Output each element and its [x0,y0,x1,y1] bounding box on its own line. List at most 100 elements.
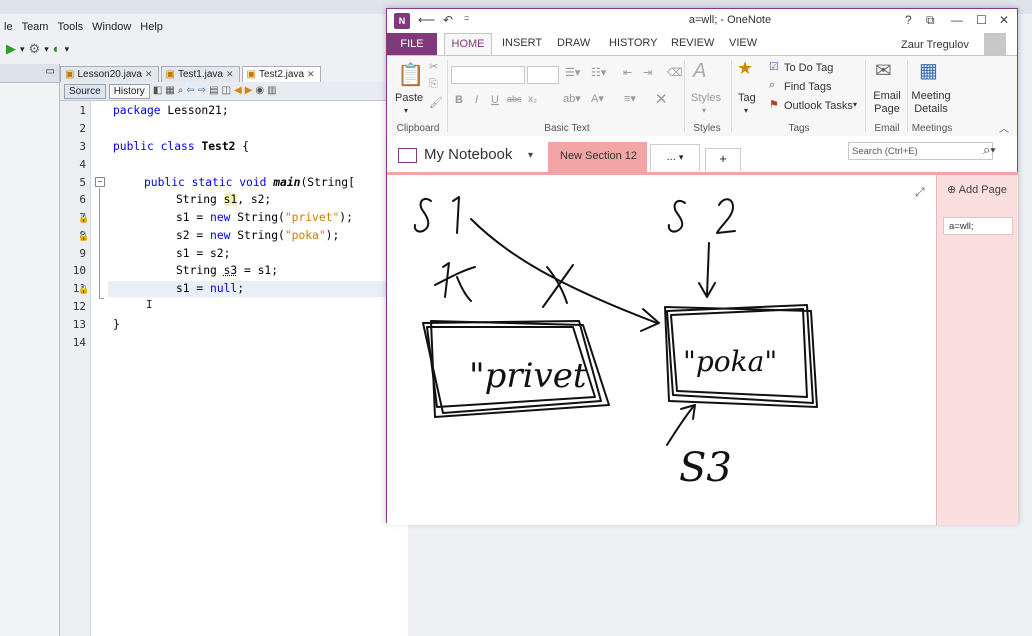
menu-item-help[interactable]: Help [136,18,168,38]
checkbox-icon[interactable]: ☑ [769,60,779,73]
help-icon[interactable]: ? [905,13,912,27]
section-tab-active[interactable]: New Section 12 [548,142,647,172]
close-icon[interactable]: ✕ [307,67,315,82]
align-icon[interactable]: ≡▾ [624,92,636,105]
find-tags-icon[interactable]: ⌕ [769,79,775,92]
user-name[interactable]: Zaur Tregulov [901,39,969,51]
tab-insert[interactable]: INSERT [502,37,542,49]
maximize-icon[interactable]: ☐ [976,13,987,27]
font-size-field[interactable] [527,66,559,84]
bookmark-icon[interactable]: ◫ [222,83,231,99]
highlight-icon[interactable]: ab▾ [563,92,581,105]
close-icon[interactable]: ✕ [999,13,1009,27]
minimize-icon[interactable]: ▭ [46,66,55,77]
email-page-button[interactable]: Email Page [871,90,903,116]
dropdown-arrow-icon[interactable]: ▾ [853,100,857,109]
dropdown-arrow-icon[interactable]: ▾ [702,106,706,115]
dropdown-arrow-icon[interactable]: ▾ [44,41,49,57]
tab-file[interactable]: FILE [387,33,437,55]
tab-lesson20[interactable]: ▣ Lesson20.java ✕ [60,66,159,82]
notebook-selector[interactable]: My Notebook [424,146,512,163]
chevron-down-icon[interactable]: ▾ [528,150,533,161]
tab-draw[interactable]: DRAW [557,37,590,49]
copy-icon[interactable]: ⎘ [429,78,438,91]
outlook-tasks-button[interactable]: Outlook Tasks [784,100,853,112]
menu-item-window[interactable]: Window [88,18,136,38]
dropdown-arrow-icon[interactable]: ▾ [404,106,408,115]
dropdown-arrow-icon[interactable]: ▾ [65,41,70,57]
add-section-button[interactable]: + [705,148,741,171]
styles-icon[interactable]: A [693,60,706,83]
numbering-icon[interactable]: ☷▾ [591,66,606,79]
tag-icon[interactable]: ★ [737,58,753,79]
prev-occurrence-icon[interactable]: ⇦ [186,83,194,99]
clear-formatting-icon[interactable]: ⌫ [667,66,683,79]
search-input[interactable]: Search (Ctrl+E) [848,142,993,160]
tab-view[interactable]: VIEW [729,37,757,49]
search-icon[interactable]: ⌕ [178,83,184,99]
page-list-item[interactable]: a=wll; [943,217,1013,235]
warning-icon[interactable]: 🔒 [78,213,89,224]
full-page-view-icon[interactable]: ⧉ [926,13,935,28]
format-painter-icon[interactable]: 🖌 [429,96,443,109]
more-sections-button[interactable]: ... ▾ [650,144,700,171]
delete-icon[interactable]: ✕ [655,90,668,108]
collapse-ribbon-icon[interactable]: ︿ [999,120,1009,135]
font-name-field[interactable] [451,66,525,84]
font-color-icon[interactable]: A▾ [591,92,604,105]
minimize-icon[interactable]: — [951,13,963,27]
increase-indent-icon[interactable]: ⇥ [643,66,652,79]
find-tags-button[interactable]: Find Tags [784,81,832,93]
customize-toolbar-icon[interactable]: = [464,13,469,23]
tab-test1[interactable]: ▣ Test1.java ✕ [160,66,240,82]
paste-icon[interactable]: 📋 [397,62,424,88]
paste-button[interactable]: Paste [395,92,423,104]
fold-toggle-icon[interactable]: − [95,177,105,187]
page-canvas[interactable]: ⤢ "privet "poka" S3 [387,172,936,525]
source-button[interactable]: Source [64,83,106,99]
avatar[interactable] [984,33,1006,55]
flag-icon[interactable]: ⚑ [769,98,779,111]
styles-button[interactable]: Styles [691,92,721,104]
tab-history[interactable]: HISTORY [609,37,658,49]
email-icon[interactable]: ✉ [875,58,892,83]
tab-test2[interactable]: ▣ Test2.java ✕ [241,66,321,82]
underline-icon[interactable]: U [491,94,499,106]
decrease-indent-icon[interactable]: ⇤ [623,66,632,79]
search-icon[interactable]: ⌕▾ [983,142,996,158]
history-button[interactable]: History [108,83,150,99]
tab-review[interactable]: REVIEW [671,37,714,49]
close-icon[interactable]: ✕ [145,67,153,82]
menu-item-tools[interactable]: Tools [53,18,88,38]
cut-icon[interactable]: ✂ [429,60,438,73]
dropdown-arrow-icon[interactable]: ▾ [20,41,25,57]
shift-left-icon[interactable]: ◀ [234,83,242,99]
italic-icon[interactable]: I [475,94,478,106]
to-do-tag-button[interactable]: To Do Tag [784,62,833,74]
calendar-icon[interactable]: ▦ [919,58,938,83]
back-icon[interactable]: ◧ [153,83,162,99]
macro-icon[interactable]: ◉ [255,83,264,99]
meeting-details-button[interactable]: Meeting Details [909,90,953,116]
menu-item-view[interactable]: le [0,18,18,38]
subscript-icon[interactable]: x₂ [528,94,537,105]
tab-home[interactable]: HOME [444,33,492,56]
back-icon[interactable]: ⟵ [418,13,435,27]
warning-icon[interactable]: 🔒 [78,284,89,295]
bullets-icon[interactable]: ☰▾ [565,66,580,79]
debug-icon[interactable]: ⚙ [29,41,41,57]
forward-icon[interactable]: ▦ [165,83,174,99]
profile-icon[interactable]: ◐ [53,41,61,57]
tag-button[interactable]: Tag [738,92,756,104]
strikethrough-icon[interactable]: abc [507,94,522,104]
warning-icon[interactable]: 🔒 [78,231,89,242]
add-page-button[interactable]: ⊕ Add Page [947,183,1007,196]
dropdown-arrow-icon[interactable]: ▾ [744,106,748,115]
shift-right-icon[interactable]: ▶ [245,83,253,99]
comment-icon[interactable]: ▥ [267,83,276,99]
bold-icon[interactable]: B [455,94,463,106]
next-occurrence-icon[interactable]: ⇨ [198,83,206,99]
toggle-highlight-icon[interactable]: ▤ [209,83,218,99]
run-icon[interactable]: ▶ [6,41,16,57]
close-icon[interactable]: ✕ [226,67,234,82]
